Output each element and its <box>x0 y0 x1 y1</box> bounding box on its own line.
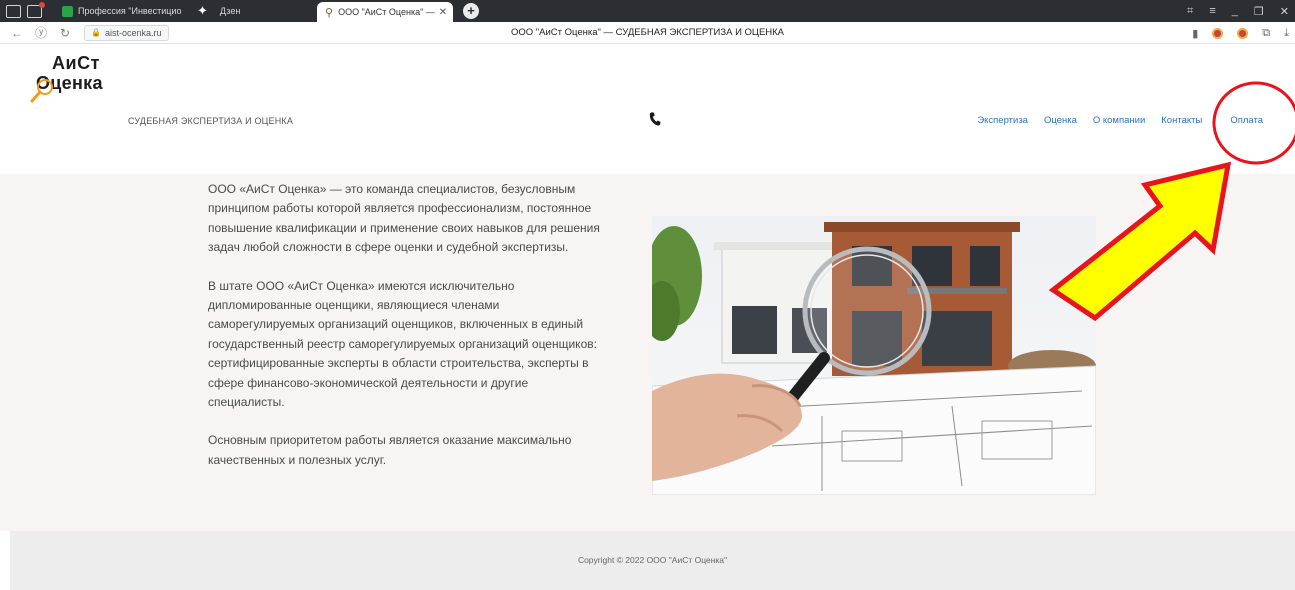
tab-investments[interactable]: Профессия "Инвестицио <box>54 0 189 22</box>
back-icon[interactable]: ← <box>10 26 24 40</box>
window-controls: ⌗ ≡ _ ❐ ✕ <box>1187 0 1289 22</box>
address-bar-actions: ▮ ⧉ ⤓ <box>1192 22 1289 44</box>
reload-icon[interactable]: ↻ <box>58 26 72 40</box>
site-footer: Copyright © 2022 ООО "АиСт Оценка" <box>10 531 1295 590</box>
tab-dzen[interactable]: ✦ Дзен <box>189 0 309 22</box>
bookmark-icon[interactable]: ▮ <box>1192 27 1198 40</box>
browser-address-bar: ← ⓨ ↻ 🔒 aist-ocenka.ru ООО "АиСт Оценка"… <box>0 22 1295 44</box>
nav-link-payment[interactable]: Оплата <box>1230 115 1263 126</box>
magnifier-logo-icon <box>30 79 53 103</box>
logo-text-top: АиСт <box>52 53 100 73</box>
reader-icon[interactable]: ⧉ <box>1262 27 1270 40</box>
yandex-icon[interactable]: ⓨ <box>34 24 48 41</box>
site-tagline: СУДЕБНАЯ ЭКСПЕРТИЗА И ОЦЕНКА <box>128 116 294 126</box>
house-magnifier-photo <box>652 216 1096 495</box>
nav-link-about[interactable]: О компании <box>1093 115 1145 126</box>
about-paragraph: В штате ООО «АиСт Оценка» имеются исключ… <box>208 278 597 410</box>
nav-link-valuation[interactable]: Оценка <box>1044 115 1077 126</box>
browser-tab-strip: Профессия "Инвестицио ✦ Дзен ⚲ ООО "АиСт… <box>0 0 1295 22</box>
download-icon[interactable]: ⤓ <box>1284 27 1289 40</box>
window-close-icon[interactable]: ✕ <box>1280 5 1289 18</box>
tab-label: ООО "АиСт Оценка" — <box>338 7 435 17</box>
dzen-icon: ✦ <box>197 3 208 18</box>
minimize-icon[interactable]: _ <box>1232 5 1238 17</box>
magnifier-favicon-icon: ⚲ <box>325 6 334 19</box>
new-tab-button[interactable]: + <box>463 3 479 19</box>
extension-icon[interactable] <box>1212 27 1224 39</box>
restore-icon[interactable]: ❐ <box>1254 5 1264 18</box>
page-title-heading: ООО "АиСт Оценка" — СУДЕБНАЯ ЭКСПЕРТИЗА … <box>510 27 785 38</box>
site-logo[interactable]: АиСт Оценка <box>30 53 116 103</box>
screenshot-root: Профессия "Инвестицио ✦ Дзен ⚲ ООО "АиСт… <box>0 0 1295 590</box>
sidebar-panel-icon[interactable] <box>27 1 45 18</box>
url-text: aist-ocenka.ru <box>104 27 162 38</box>
main-navigation: Экспертиза Оценка О компании Контакты Оп… <box>961 115 1263 126</box>
about-paragraph: Основным приоритетом работы является ока… <box>208 433 572 467</box>
tab-close-icon[interactable]: ✕ <box>439 7 447 18</box>
main-content: ООО «АиСт Оценка» — это команда специали… <box>0 174 1295 531</box>
extension-icon[interactable] <box>1237 27 1249 39</box>
about-paragraph: ООО «АиСт Оценка» — это команда специали… <box>208 182 600 255</box>
tab-label: Профессия "Инвестицио <box>78 6 182 16</box>
tab-favicon-green <box>62 5 73 17</box>
pin-icon[interactable]: ⌗ <box>1187 5 1193 18</box>
tab-strip-left-icons <box>0 0 45 22</box>
phone-icon[interactable] <box>648 112 662 126</box>
about-text: ООО «АиСт Оценка» — это команда специали… <box>208 180 608 489</box>
tab-label: Дзен <box>219 6 241 16</box>
lock-icon: 🔒 <box>91 28 101 37</box>
home-icon[interactable] <box>6 4 21 18</box>
url-field[interactable]: 🔒 aist-ocenka.ru <box>84 24 169 41</box>
site-header <box>0 44 1295 174</box>
copyright-text: Copyright © 2022 ООО "АиСт Оценка" <box>577 555 728 565</box>
nav-link-contacts[interactable]: Контакты <box>1161 115 1202 126</box>
nav-link-expertise[interactable]: Экспертиза <box>977 115 1028 126</box>
menu-icon[interactable]: ≡ <box>1209 5 1215 17</box>
tab-aist-active[interactable]: ⚲ ООО "АиСт Оценка" — ✕ <box>317 2 453 22</box>
